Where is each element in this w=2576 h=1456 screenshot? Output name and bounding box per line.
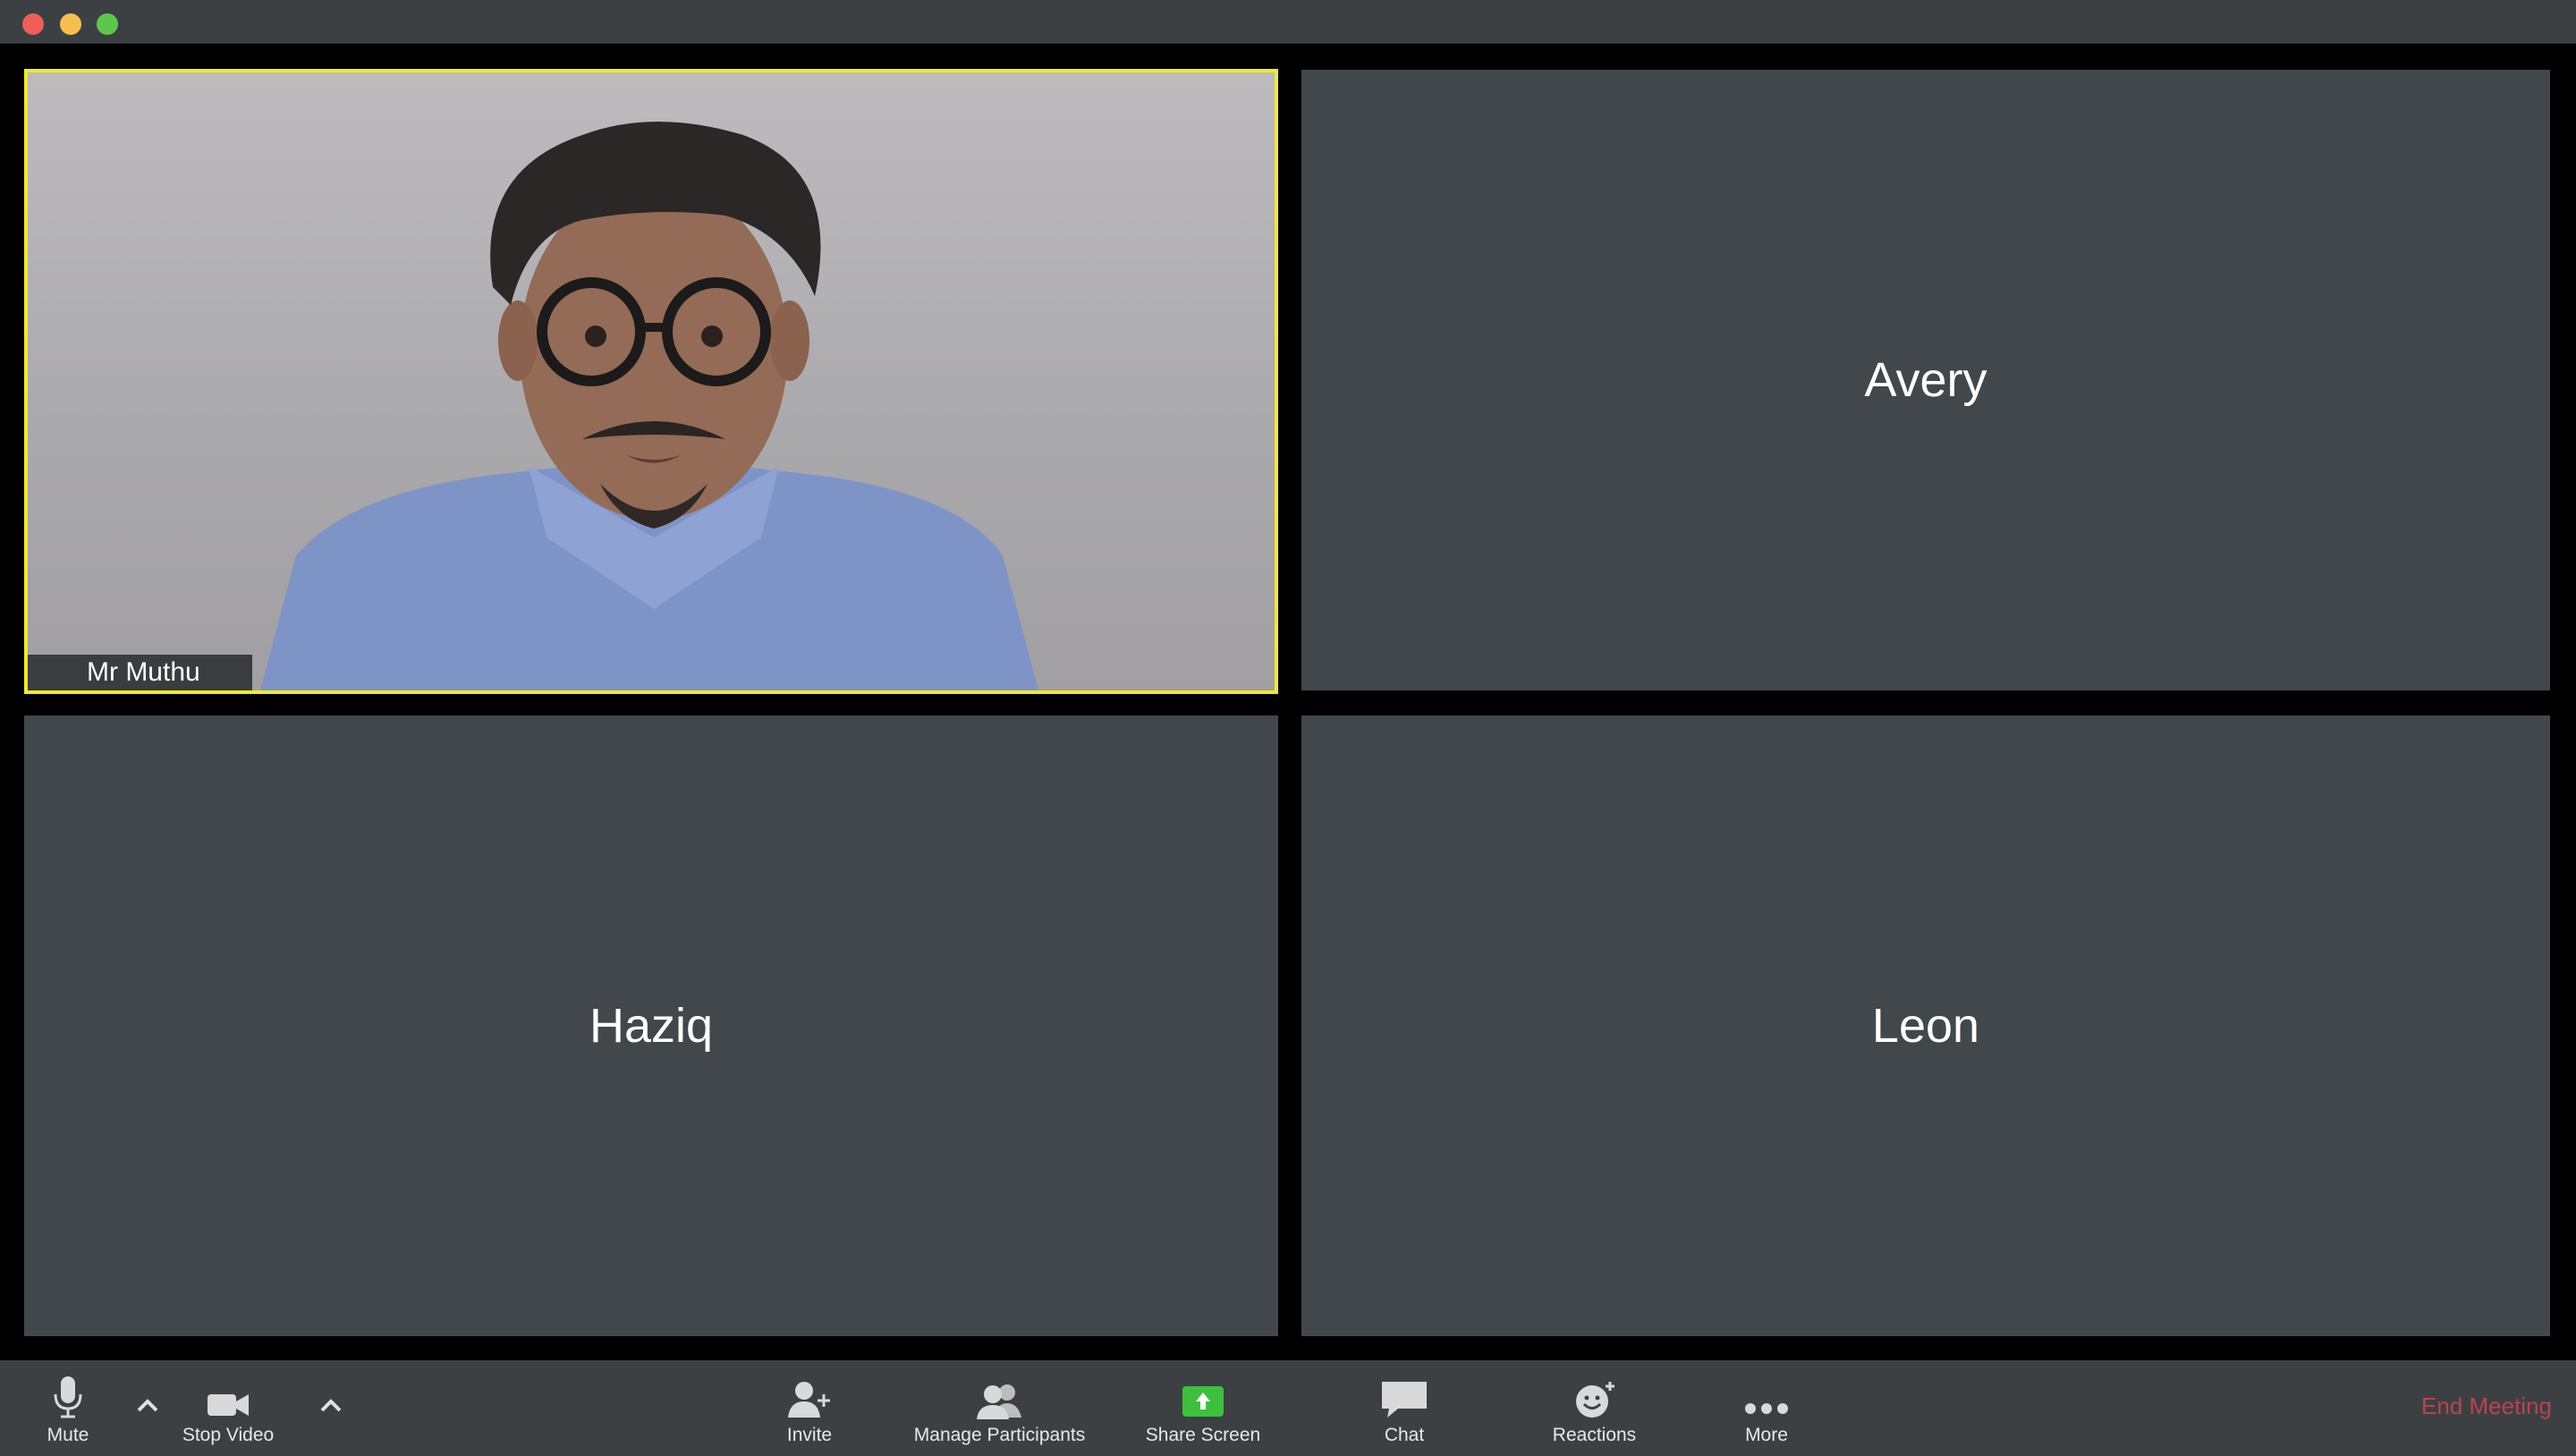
more-label: More (1745, 1425, 1788, 1445)
stop-video-button[interactable]: Stop Video (179, 1360, 277, 1456)
share-screen-button[interactable]: Share Screen (1145, 1360, 1261, 1456)
participant-tile[interactable]: Leon (1301, 715, 2550, 1336)
share-screen-icon (1182, 1366, 1224, 1419)
minimize-window-button[interactable] (60, 13, 81, 35)
mute-button[interactable]: Mute (36, 1360, 100, 1456)
window-titlebar (0, 0, 2576, 44)
reactions-button[interactable]: Reactions (1547, 1360, 1641, 1456)
video-camera-icon (206, 1366, 250, 1419)
manage-participants-button[interactable]: Manage Participants (913, 1360, 1086, 1456)
participant-name: Avery (1864, 353, 1987, 407)
chat-button[interactable]: Chat (1368, 1360, 1440, 1456)
participant-tile[interactable]: Avery (1301, 70, 2550, 690)
participant-name: Leon (1871, 999, 1980, 1053)
microphone-icon (53, 1366, 83, 1419)
more-dots-icon (1744, 1366, 1789, 1419)
chat-label: Chat (1384, 1425, 1425, 1445)
participant-tile-video[interactable]: Mr Muthu (24, 69, 1278, 694)
audio-options-chevron-up-icon[interactable] (130, 1387, 165, 1423)
reactions-label: Reactions (1552, 1425, 1637, 1445)
stop-video-label: Stop Video (182, 1425, 275, 1445)
add-person-icon (788, 1366, 831, 1419)
end-meeting-button[interactable]: End Meeting (2421, 1393, 2552, 1420)
mute-label: Mute (47, 1425, 89, 1445)
manage-participants-label: Manage Participants (913, 1425, 1086, 1445)
maximize-window-button[interactable] (97, 13, 118, 35)
participant-video-image (260, 122, 1038, 690)
chat-bubble-icon (1380, 1366, 1428, 1419)
meeting-toolbar: Mute Stop Video Invite Manage Participan… (0, 1360, 2576, 1456)
invite-button[interactable]: Invite (769, 1360, 850, 1456)
participant-tile[interactable]: Haziq (24, 715, 1278, 1336)
participant-name: Haziq (589, 999, 714, 1053)
smiley-add-icon (1574, 1366, 1615, 1419)
close-window-button[interactable] (22, 13, 44, 35)
participants-icon (976, 1366, 1023, 1419)
invite-label: Invite (786, 1425, 833, 1445)
video-options-chevron-up-icon[interactable] (313, 1387, 349, 1423)
share-screen-label: Share Screen (1145, 1425, 1261, 1445)
participant-name-label: Mr Muthu (28, 655, 252, 690)
more-button[interactable]: More (1731, 1360, 1802, 1456)
